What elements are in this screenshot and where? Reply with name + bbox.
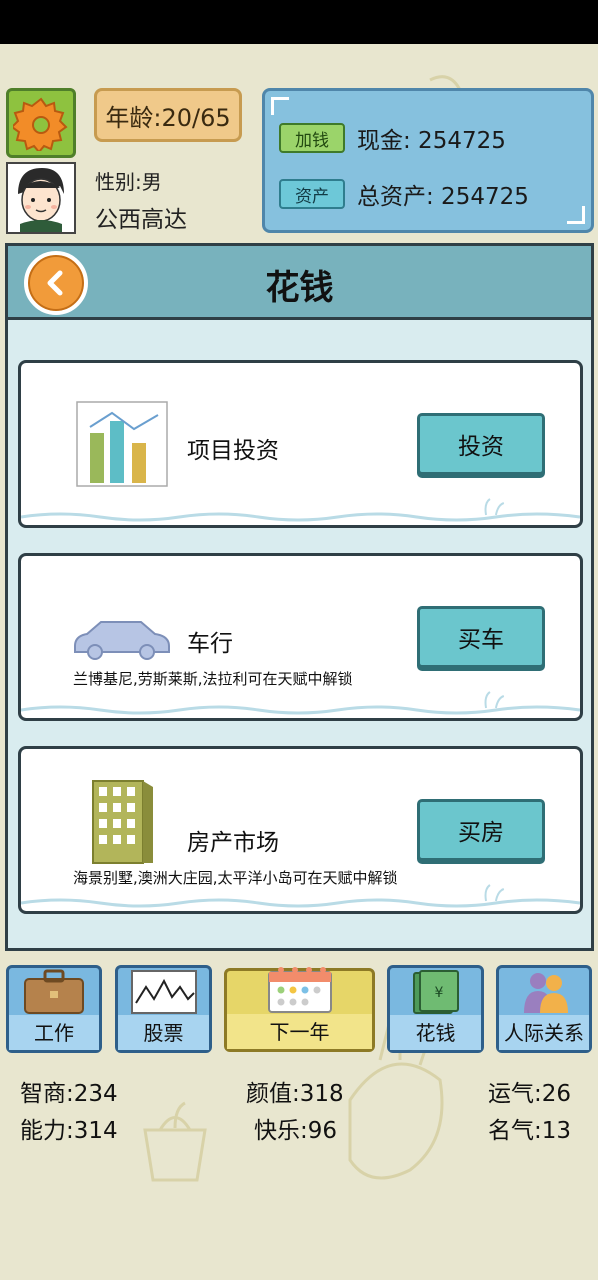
nav-relations-label: 人际关系 xyxy=(499,1015,589,1050)
wave-decoration xyxy=(21,498,580,522)
nav-work-label: 工作 xyxy=(9,1015,99,1050)
stat-ability: 能力:314 xyxy=(20,1118,118,1144)
car-dealer-card: 车行 兰博基尼,劳斯莱斯,法拉利可在天赋中解锁 买车 xyxy=(18,553,583,721)
nav-next-year[interactable]: 下一年 xyxy=(224,967,375,1052)
panel-title: 花钱 xyxy=(265,268,334,308)
buy-car-button[interactable]: 买车 xyxy=(417,606,545,668)
corner-decoration xyxy=(271,97,289,115)
people-icon xyxy=(524,972,568,1013)
gear-icon xyxy=(13,97,68,151)
calendar-icon xyxy=(267,967,332,1013)
stat-happiness: 快乐:96 xyxy=(254,1118,338,1144)
stat-iq: 智商:234 xyxy=(20,1081,118,1107)
add-money-button[interactable]: 加钱 xyxy=(279,123,345,153)
player-name: 公西高达 xyxy=(95,207,187,233)
wave-decoration xyxy=(21,884,580,908)
stat-looks: 颜值:318 xyxy=(246,1081,344,1107)
panel-header: 花钱 xyxy=(8,246,591,320)
unlock-note: 兰博基尼,劳斯莱斯,法拉利可在天赋中解锁 xyxy=(73,670,353,688)
svg-text:¥: ¥ xyxy=(434,985,443,1001)
nav-stocks[interactable]: 股票 xyxy=(115,965,212,1053)
assets-row: 资产 总资产: 254725 xyxy=(279,177,529,211)
assets-button[interactable]: 资产 xyxy=(279,179,345,209)
card-title: 房产市场 xyxy=(187,830,279,856)
nav-relations[interactable]: 人际关系 xyxy=(496,965,592,1053)
nav-stocks-label: 股票 xyxy=(118,1015,209,1050)
status-bar xyxy=(0,0,598,44)
nav-spend-label: 花钱 xyxy=(390,1015,481,1050)
stat-luck: 运气:26 xyxy=(488,1081,572,1107)
bar-chart-icon xyxy=(76,401,168,487)
cash-value: 现金: 254725 xyxy=(357,128,506,154)
settings-button[interactable] xyxy=(6,88,76,158)
card-title: 项目投资 xyxy=(187,438,279,464)
wave-decoration xyxy=(21,691,580,715)
character-portrait-icon xyxy=(18,168,64,232)
stock-chart-icon xyxy=(130,969,197,1014)
real-estate-card: 房产市场 海景别墅,澳洲大庄园,太平洋小岛可在天赋中解锁 买房 xyxy=(18,746,583,914)
building-icon xyxy=(92,780,153,864)
stat-fame: 名气:13 xyxy=(488,1118,572,1144)
invest-button[interactable]: 投资 xyxy=(417,413,545,475)
gender-label: 性别:男 xyxy=(95,170,162,194)
age-display: 年龄:20/65 xyxy=(94,88,242,142)
total-assets-value: 总资产: 254725 xyxy=(357,184,529,210)
spend-panel: 花钱 项目投资 投资 车行 兰博基尼,劳斯莱斯,法拉利可在天赋中解锁 买车 房产… xyxy=(5,243,594,951)
investment-card: 项目投资 投资 xyxy=(18,360,583,528)
cash-stack-icon: ¥ xyxy=(412,969,459,1014)
card-title: 车行 xyxy=(187,631,233,657)
cash-row: 加钱 现金: 254725 xyxy=(279,121,506,155)
buy-house-button[interactable]: 买房 xyxy=(417,799,545,861)
money-panel: 加钱 现金: 254725 资产 总资产: 254725 xyxy=(262,88,594,233)
nav-spend[interactable]: ¥ 花钱 xyxy=(387,965,484,1053)
car-icon xyxy=(74,621,170,660)
briefcase-icon xyxy=(24,969,84,1014)
nav-work[interactable]: 工作 xyxy=(6,965,102,1053)
avatar[interactable] xyxy=(6,162,76,234)
corner-decoration xyxy=(567,206,585,224)
nav-next-year-label: 下一年 xyxy=(227,1014,372,1049)
